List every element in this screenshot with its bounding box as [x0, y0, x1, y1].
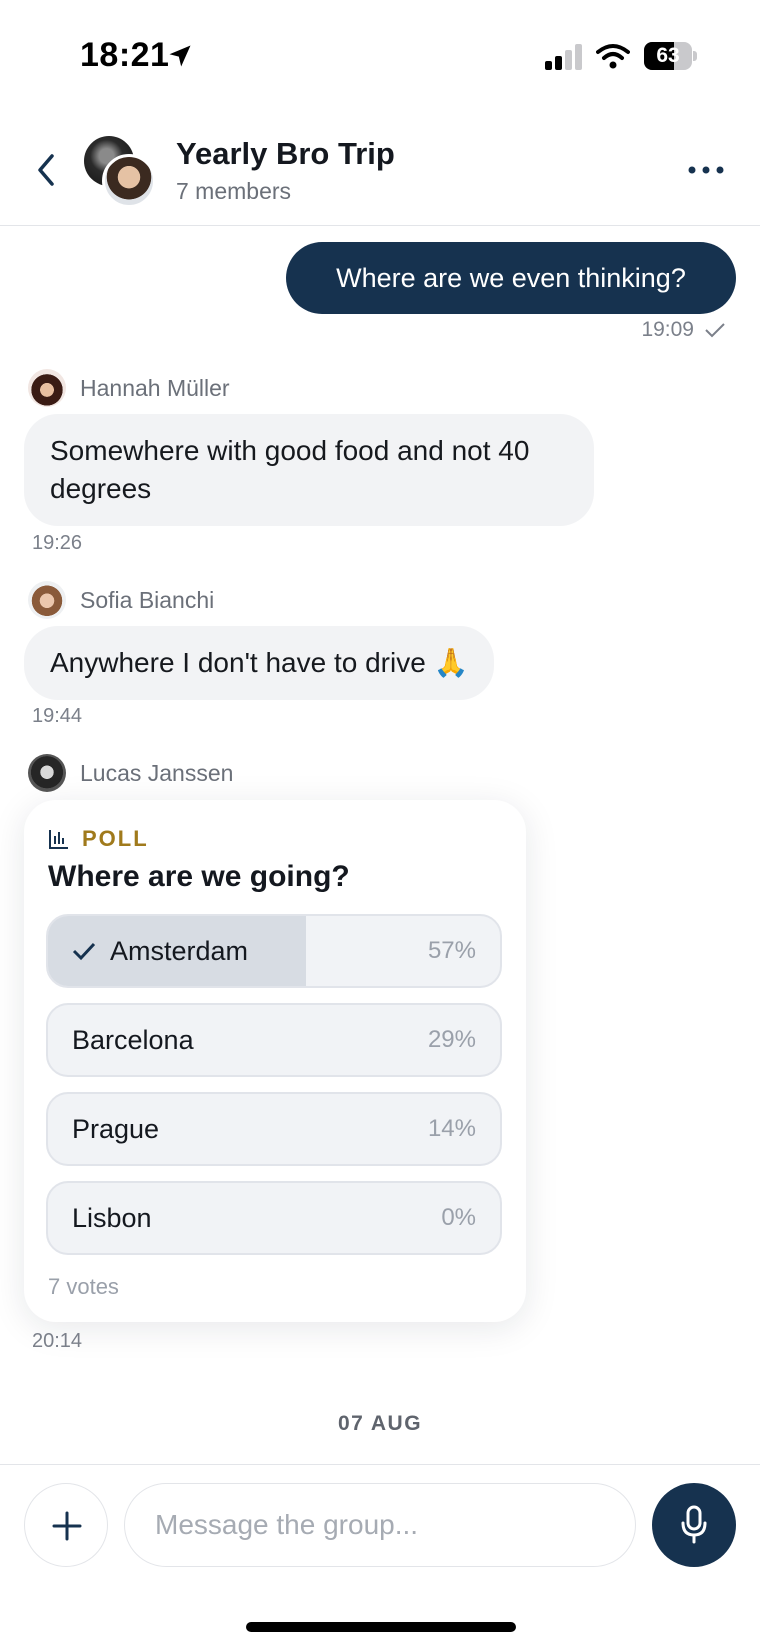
back-chevron-icon[interactable] — [32, 150, 62, 190]
message-time: 19:09 — [641, 318, 694, 341]
poll-option[interactable]: Prague 14% — [46, 1092, 502, 1166]
poll-option[interactable]: Amsterdam 57% — [46, 914, 502, 988]
message-sender: Hannah Müller — [28, 369, 230, 407]
incoming-message-bubble[interactable]: Anywhere I don't have to drive 🙏 — [24, 626, 495, 700]
message-time: 19:26 — [32, 532, 83, 554]
message-meta: 19:09 — [641, 318, 726, 342]
poll-option[interactable]: Lisbon 0% — [46, 1181, 502, 1255]
poll-option-percent: 57% — [427, 937, 476, 964]
plus-icon — [52, 1511, 82, 1541]
location-arrow-icon — [169, 45, 191, 67]
poll-option-percent: 0% — [441, 1204, 476, 1231]
poll-card: POLL Where are we going? Amsterdam 57% B… — [24, 800, 526, 1322]
message-sender: Sofia Bianchi — [28, 581, 214, 619]
status-time: 18:21 — [80, 36, 170, 74]
outgoing-message-bubble[interactable]: Where are we even thinking? — [286, 242, 736, 314]
status-bar: 18:21 63 — [0, 0, 760, 110]
member-avatar — [102, 154, 156, 208]
message-time: 19:44 — [32, 705, 83, 727]
battery-percent: 63 — [656, 44, 680, 67]
checkmark-icon — [72, 942, 96, 961]
checkmark-icon — [705, 323, 725, 338]
microphone-icon — [681, 1505, 707, 1544]
add-attachment-button[interactable] — [24, 1483, 108, 1567]
cellular-signal-icon — [545, 44, 582, 70]
poll-option[interactable]: Barcelona 29% — [46, 1003, 502, 1077]
date-separator: 07 AUG — [337, 1412, 423, 1435]
poll-option-label: Lisbon — [72, 1203, 152, 1233]
avatar[interactable] — [28, 754, 66, 792]
voice-message-button[interactable] — [652, 1483, 736, 1567]
home-indicator — [246, 1622, 516, 1632]
avatar[interactable] — [28, 581, 66, 619]
battery-icon: 63 — [644, 42, 697, 70]
chat-header: Yearly Bro Trip 7 members — [0, 110, 760, 226]
message-sender: Lucas Janssen — [28, 754, 233, 792]
group-avatar[interactable] — [84, 136, 156, 208]
wifi-icon — [596, 44, 630, 69]
avatar[interactable] — [28, 369, 66, 407]
message-time: 20:14 — [32, 1330, 83, 1352]
poll-tag: POLL — [48, 826, 149, 852]
sender-name: Lucas Janssen — [80, 759, 234, 786]
poll-vote-count: 7 votes — [48, 1274, 119, 1299]
message-composer — [0, 1464, 760, 1584]
incoming-message-bubble[interactable]: Somewhere with good food and not 40 degr… — [24, 414, 594, 526]
group-title[interactable]: Yearly Bro Trip — [176, 136, 395, 172]
sender-name: Sofia Bianchi — [80, 586, 215, 613]
poll-tag-label: POLL — [82, 826, 149, 851]
more-dots-icon[interactable] — [686, 158, 726, 182]
message-input[interactable] — [124, 1483, 636, 1567]
bar-chart-icon — [49, 830, 68, 849]
sender-name: Hannah Müller — [80, 374, 230, 401]
poll-option-label: Barcelona — [72, 1025, 194, 1055]
poll-option-label: Amsterdam — [110, 936, 249, 966]
poll-question: Where are we going? — [48, 860, 350, 893]
poll-option-percent: 14% — [427, 1115, 476, 1142]
poll-option-percent: 29% — [427, 1026, 476, 1053]
member-count: 7 members — [176, 178, 292, 204]
poll-option-label: Prague — [72, 1114, 160, 1144]
